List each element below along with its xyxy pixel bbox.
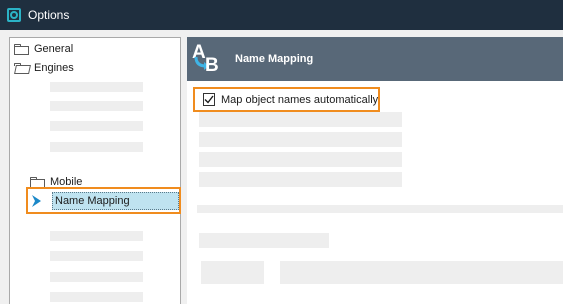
folder-icon: [14, 43, 29, 55]
placeholder-bar: [50, 292, 143, 302]
gear-icon: [7, 8, 21, 22]
checkbox-label: Map object names automatically: [221, 93, 379, 106]
tree-item-general[interactable]: General: [14, 40, 73, 58]
placeholder-bar: [50, 251, 143, 261]
title-bar: Options: [0, 0, 563, 30]
placeholder-bar: [197, 205, 563, 213]
placeholder-bar: [280, 261, 563, 284]
chevron-right-icon: [31, 194, 43, 208]
tree-item-label: General: [34, 43, 74, 55]
placeholder-bar: [199, 152, 402, 167]
placeholder-bar: [50, 101, 143, 111]
window-title: Options: [28, 8, 70, 22]
placeholder-bar: [199, 132, 402, 147]
placeholder-bar: [50, 121, 143, 131]
map-names-checkbox-row[interactable]: Map object names automatically: [193, 87, 380, 112]
tree-item-label: Name Mapping: [52, 191, 179, 210]
options-window: Options General Engines Mobile Name Mapp…: [0, 0, 563, 304]
placeholder-bar: [50, 272, 143, 282]
panel-body: [187, 81, 563, 304]
folder-open-icon: [14, 62, 31, 74]
placeholder-bar: [50, 231, 143, 241]
placeholder-bar: [199, 233, 329, 248]
tree-item-label: Engines: [34, 62, 74, 74]
placeholder-bar: [50, 142, 143, 152]
placeholder-bar: [201, 261, 264, 284]
tree-item-name-mapping[interactable]: Name Mapping: [26, 187, 181, 214]
checkmark-icon: [204, 95, 214, 104]
folder-icon: [30, 176, 45, 188]
tree-item-engines[interactable]: Engines: [14, 59, 74, 77]
placeholder-bar: [199, 112, 402, 127]
panel-header: A B Name Mapping: [187, 37, 563, 81]
panel-title: Name Mapping: [235, 53, 314, 65]
options-tree[interactable]: General Engines Mobile: [9, 37, 181, 304]
ab-mapping-icon: A B: [192, 42, 219, 76]
placeholder-bar: [199, 172, 402, 187]
placeholder-bar: [50, 82, 143, 92]
map-names-checkbox[interactable]: [203, 93, 215, 106]
